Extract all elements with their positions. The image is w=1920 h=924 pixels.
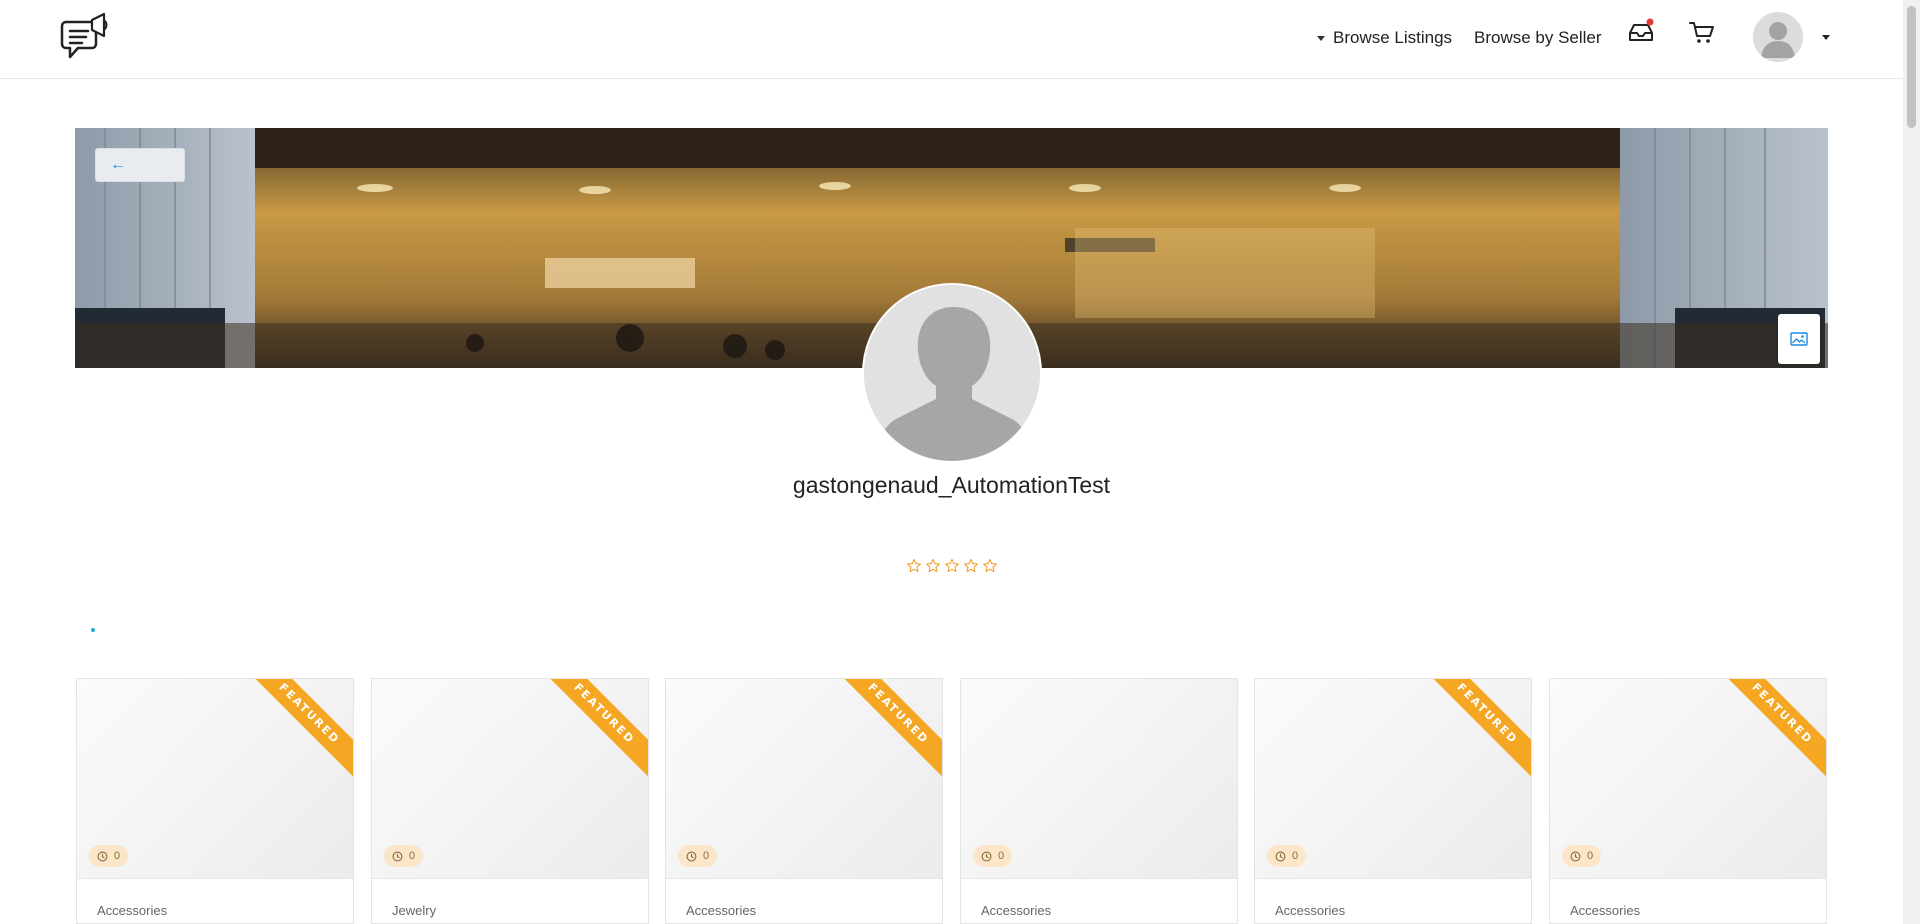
loading-indicator-dot [91,628,95,632]
featured-ribbon-label: FEATURED [243,679,353,780]
inbox-icon[interactable] [1625,16,1657,48]
listing-category: Accessories [97,903,168,918]
caret-down-icon [1317,35,1325,41]
clock-icon [686,851,697,861]
listing-card[interactable]: 0 Accessories [960,678,1238,924]
site-logo-icon[interactable] [60,12,112,66]
back-button[interactable]: ← [95,148,185,182]
featured-ribbon-label: FEATURED [1421,679,1531,780]
featured-ribbon: FEATURED [832,679,942,789]
featured-ribbon: FEATURED [1421,679,1531,789]
timer-value: 0 [1587,850,1594,862]
timer-badge: 0 [89,845,129,867]
back-arrow-icon: ← [110,156,126,173]
browse-listings-label: Browse Listings [1333,28,1453,47]
featured-ribbon-label: FEATURED [538,679,648,780]
featured-ribbon-label: FEATURED [1716,679,1826,780]
listing-category: Jewelry [392,903,437,918]
star-outline-icon [983,558,997,573]
star-outline-icon [926,558,940,573]
star-outline-icon [945,558,959,573]
listing-card[interactable]: FEATURED 0 Accessories [1549,678,1827,924]
clock-icon [1570,851,1581,861]
browse-by-seller-label: Browse by Seller [1474,28,1602,47]
listing-card[interactable]: FEATURED 0 Accessories [665,678,943,924]
timer-value: 0 [409,850,416,862]
timer-badge: 0 [1267,845,1307,867]
featured-ribbon-label: FEATURED [832,679,942,780]
rating-stars [906,558,998,574]
page-scrollbar[interactable] [1903,0,1920,924]
profile-username: gastongenaud_AutomationTest [792,472,1111,498]
listing-category: Accessories [1275,903,1346,918]
listing-category: Accessories [1570,903,1641,918]
timer-badge: 0 [1562,845,1602,867]
listing-card[interactable]: FEATURED 0 Accessories [1254,678,1532,924]
listing-category: Accessories [981,903,1052,918]
clock-icon [392,851,403,861]
listing-category: Accessories [686,903,757,918]
star-outline-icon [964,558,978,573]
notification-dot [1646,18,1654,26]
timer-value: 0 [114,850,121,862]
timer-value: 0 [703,850,710,862]
timer-badge: 0 [678,845,718,867]
featured-ribbon: FEATURED [538,679,648,789]
featured-ribbon: FEATURED [1716,679,1826,789]
star-outline-icon [907,558,921,573]
featured-ribbon: FEATURED [243,679,353,789]
top-navbar: Browse Listings Browse by Seller [0,0,1903,79]
timer-badge: 0 [384,845,424,867]
profile-avatar [862,283,1042,463]
clock-icon [981,851,992,861]
user-menu-caret-icon[interactable] [1822,35,1830,40]
listing-card[interactable]: FEATURED 0 Accessories [76,678,354,924]
listing-card[interactable]: FEATURED 0 Jewelry [371,678,649,924]
image-icon [1790,332,1808,346]
change-banner-button[interactable] [1778,314,1820,364]
scrollbar-thumb[interactable] [1907,6,1916,128]
clock-icon [1275,851,1286,861]
browse-listings-menu[interactable]: Browse Listings [1317,18,1452,58]
timer-badge: 0 [973,845,1013,867]
clock-icon [97,851,108,861]
timer-value: 0 [998,850,1005,862]
cart-icon[interactable] [1686,16,1718,48]
user-avatar[interactable] [1753,12,1803,62]
timer-value: 0 [1292,850,1299,862]
browse-by-seller-link[interactable]: Browse by Seller [1474,18,1602,58]
